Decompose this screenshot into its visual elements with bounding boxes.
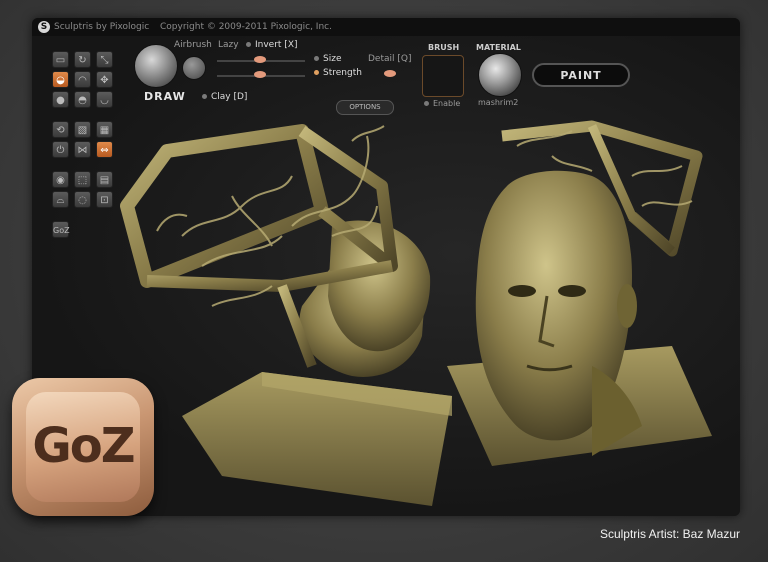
tool-crease-icon[interactable]: ◠ <box>74 71 91 88</box>
tool-inflate-icon[interactable]: ● <box>52 91 69 108</box>
grid-icon[interactable]: ▦ <box>96 121 113 138</box>
size-slider-knob[interactable] <box>254 56 266 63</box>
enable-option[interactable]: Enable <box>424 99 460 108</box>
plane-icon[interactable]: ⌓ <box>52 191 69 208</box>
strength-slider-knob[interactable] <box>254 71 266 78</box>
clay-radio-icon <box>202 94 207 99</box>
brush-texture-sphere[interactable] <box>182 56 206 80</box>
title-bar: S Sculptris by Pixologic Copyright © 200… <box>32 18 740 36</box>
airbrush-option[interactable]: Airbrush <box>174 40 212 50</box>
power-icon[interactable]: ⏻ <box>52 141 69 158</box>
symmetry-icon[interactable]: ⟲ <box>52 121 69 138</box>
clay-label: Clay [D] <box>211 92 248 102</box>
goz-tool-button[interactable]: GoZ <box>52 221 70 238</box>
lazy-option[interactable]: Lazy <box>218 40 239 50</box>
subdivide-icon[interactable]: ⬚ <box>74 171 91 188</box>
right-sculpture <box>447 120 712 466</box>
brush-alpha-box[interactable] <box>422 55 464 97</box>
invert-label: Invert [X] <box>255 40 298 50</box>
left-eye <box>508 285 536 297</box>
size-label: Size <box>323 54 342 64</box>
draw-mode-label: DRAW <box>144 90 186 103</box>
size-radio-icon <box>314 56 319 61</box>
mirror-icon[interactable]: ⋈ <box>74 141 91 158</box>
material-section-label: MATERIAL <box>476 43 521 52</box>
material-sphere[interactable] <box>478 53 522 97</box>
copyright-text: Copyright © 2009-2011 Pixologic, Inc. <box>160 22 332 32</box>
tool-flatten-icon[interactable]: ▭ <box>52 51 69 68</box>
symmetry-toggle-icon[interactable]: ⇔ <box>96 141 113 158</box>
strength-label: Strength <box>323 68 362 78</box>
detail-option[interactable]: Detail [Q] <box>368 54 411 64</box>
detail-slider-knob[interactable] <box>384 70 396 77</box>
size-option[interactable]: Size <box>314 54 341 64</box>
strength-option[interactable]: Strength <box>314 68 362 78</box>
sculptris-logo-icon: S <box>38 21 50 33</box>
goz-badge-face: GoZ <box>26 392 140 502</box>
tool-grab-icon[interactable]: ✥ <box>96 71 113 88</box>
left-sculpture <box>120 124 452 506</box>
clay-option[interactable]: Clay [D] <box>202 92 247 102</box>
enable-label: Enable <box>433 99 461 108</box>
tool-rotate-icon[interactable]: ↻ <box>74 51 91 68</box>
tool-pinch-icon[interactable]: ◓ <box>74 91 91 108</box>
material-name: mashrim2 <box>478 98 519 107</box>
goz-badge: GoZ <box>12 378 154 516</box>
reduce-icon[interactable]: ▤ <box>96 171 113 188</box>
wireframe-icon[interactable]: ▧ <box>74 121 91 138</box>
tool-draw-icon[interactable]: ◒ <box>52 71 69 88</box>
strength-radio-icon <box>314 70 319 75</box>
right-eye <box>558 285 586 297</box>
options-button[interactable]: OPTIONS <box>336 100 394 115</box>
invert-option[interactable]: Invert [X] <box>246 40 298 50</box>
brush-section-label: BRUSH <box>428 43 460 52</box>
goz-logo-text: GoZ <box>32 418 135 474</box>
brush-preview-sphere[interactable] <box>134 44 178 88</box>
tool-smooth-icon[interactable]: ◡ <box>96 91 113 108</box>
window-title: Sculptris by Pixologic <box>54 22 150 32</box>
artist-credit: Sculptris Artist: Baz Mazur <box>599 527 740 541</box>
tool-scale-icon[interactable]: ⤡ <box>96 51 113 68</box>
enable-radio-icon <box>424 101 429 106</box>
hide-icon[interactable]: ◌ <box>74 191 91 208</box>
lock-icon[interactable]: ⊡ <box>96 191 113 208</box>
ear <box>617 284 637 328</box>
paint-button[interactable]: PAINT <box>532 63 630 87</box>
sphere-icon[interactable]: ◉ <box>52 171 69 188</box>
invert-radio-icon <box>246 42 251 47</box>
